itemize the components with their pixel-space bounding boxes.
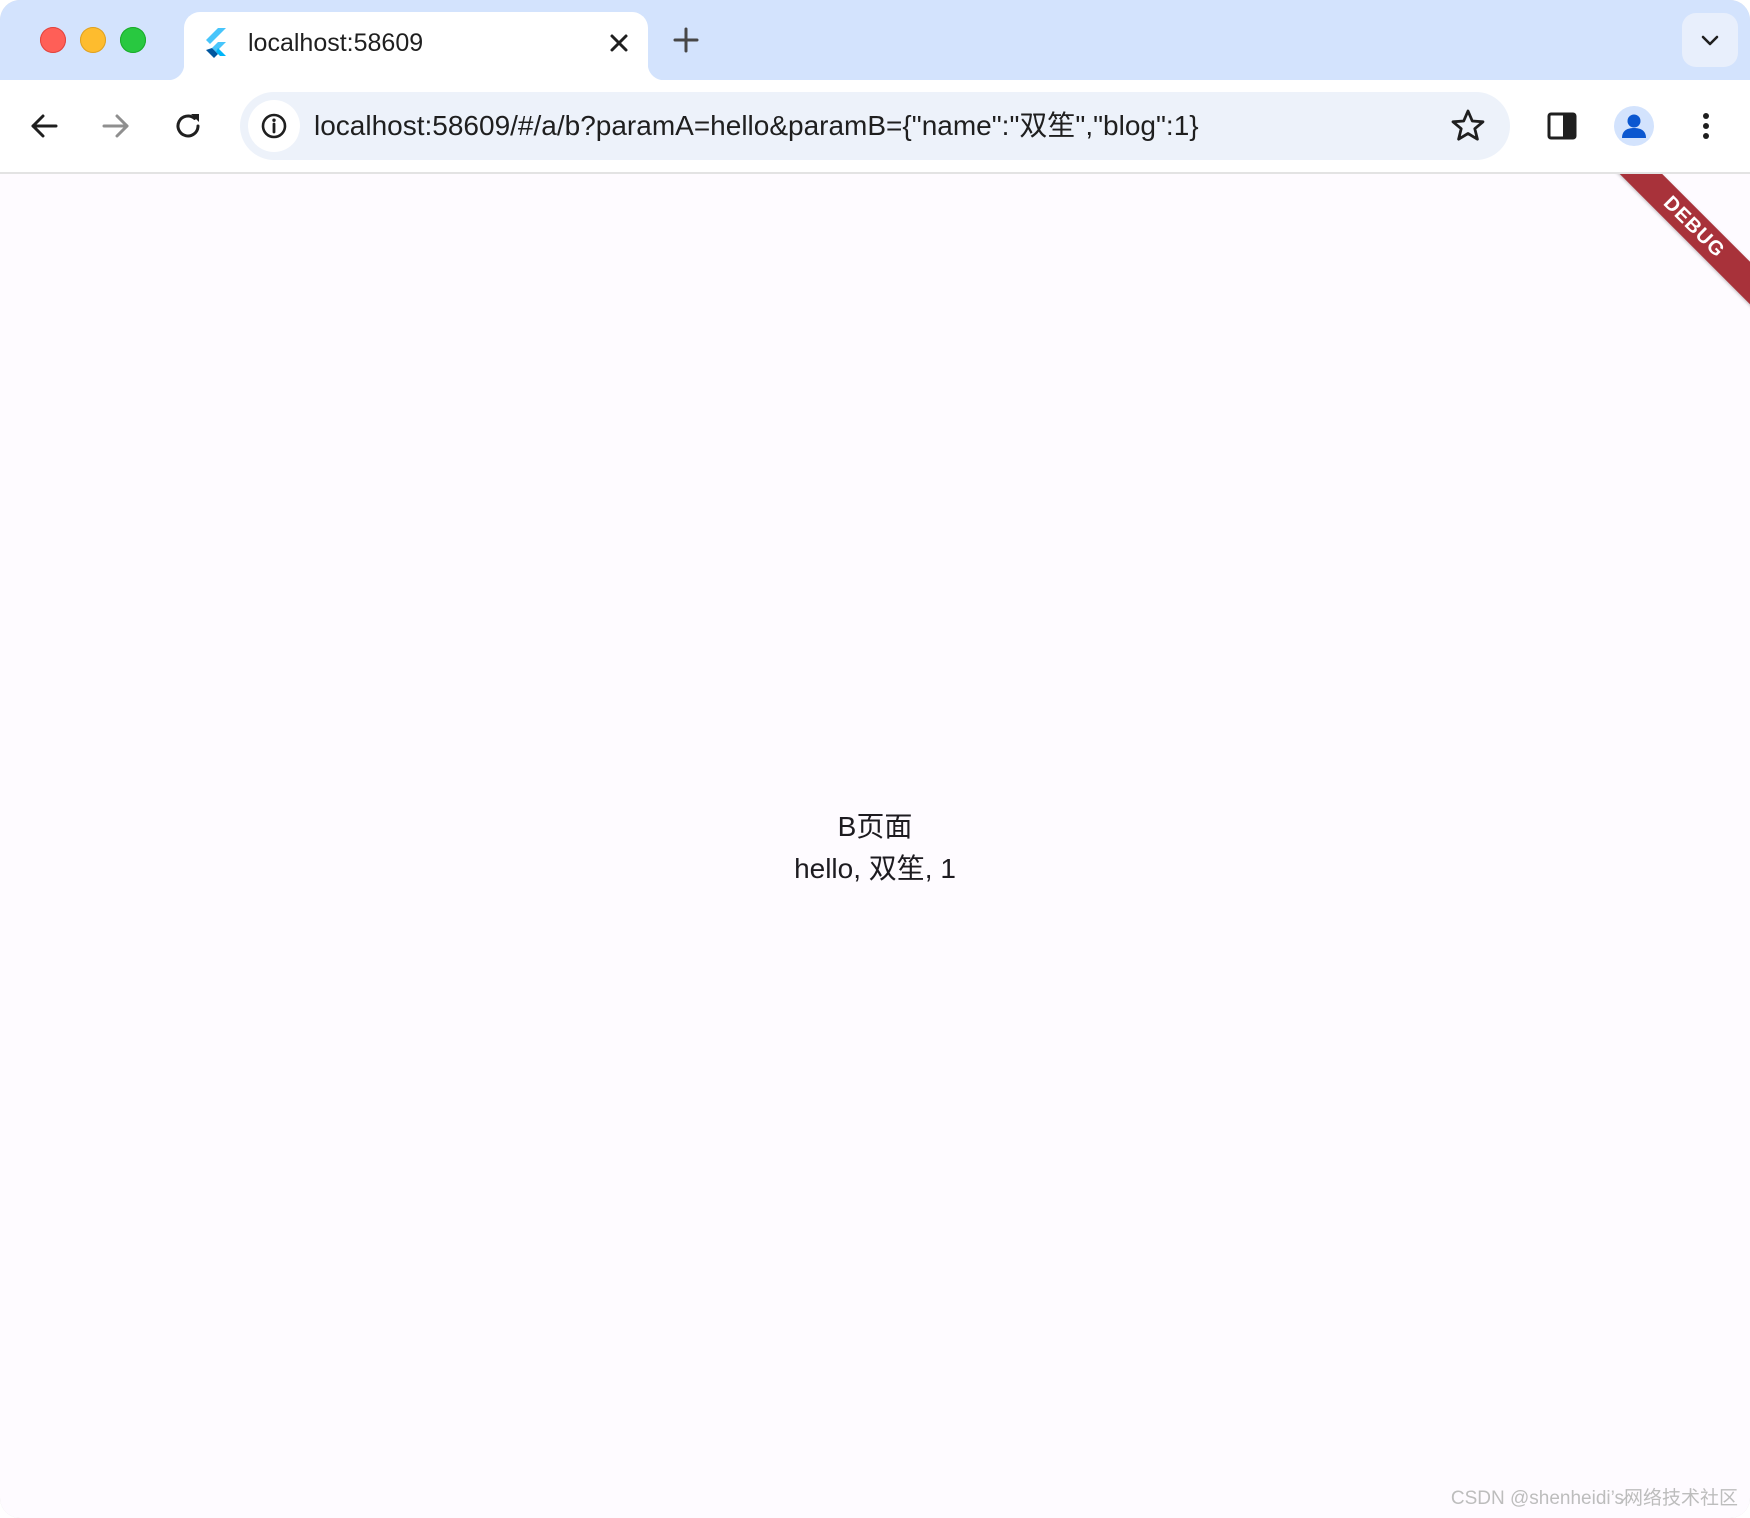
reload-icon [176, 114, 200, 138]
window-close-button[interactable] [40, 27, 66, 53]
center-text-block: B页面 hello, 双笙, 1 [0, 806, 1750, 890]
watermark: CSDN @shenheidi’s̷网络技术社区 [1450, 1488, 1738, 1509]
site-info-button[interactable] [248, 100, 300, 152]
info-icon [261, 113, 287, 139]
window-maximize-button[interactable] [120, 27, 146, 53]
star-icon[interactable] [1448, 106, 1488, 146]
params-text: hello, 双笙, 1 [794, 853, 956, 884]
avatar [1614, 106, 1654, 146]
browser-window: localhost:58609 localhost:58609/#/a/b?pa… [0, 0, 1750, 1518]
url-text[interactable]: localhost:58609/#/a/b?paramA=hello&param… [314, 107, 1199, 145]
side-panel-button[interactable] [1538, 102, 1586, 150]
arrow-left-icon [31, 114, 58, 138]
address-bar[interactable]: localhost:58609/#/a/b?paramA=hello&param… [240, 92, 1510, 160]
close-icon[interactable] [604, 28, 634, 58]
side-panel-icon [1547, 112, 1577, 140]
arrow-right-icon [102, 114, 129, 138]
chevron-down-icon [1701, 35, 1719, 46]
plus-icon[interactable] [668, 22, 704, 58]
reload-button[interactable] [164, 102, 212, 150]
person-icon [1622, 114, 1646, 138]
profile-button[interactable] [1610, 102, 1658, 150]
forward-button[interactable] [92, 102, 140, 150]
debug-banner: DEBUG [1605, 174, 1750, 316]
tab-search-button[interactable] [1682, 13, 1738, 67]
tab-localhost[interactable]: localhost:58609 [168, 12, 664, 80]
flutter-icon [206, 28, 226, 58]
back-button[interactable] [20, 102, 68, 150]
tab-title: localhost:58609 [248, 29, 424, 57]
menu-button[interactable] [1682, 102, 1730, 150]
tab-strip: localhost:58609 [0, 0, 1750, 80]
window-minimize-button[interactable] [80, 27, 106, 53]
browser-toolbar: localhost:58609/#/a/b?paramA=hello&param… [0, 80, 1750, 174]
kebab-menu-icon [1703, 113, 1709, 139]
page-title: B页面 [837, 811, 913, 842]
page-content: DEBUG B页面 hello, 双笙, 1 CSDN @shenheidi’s… [0, 174, 1750, 1518]
